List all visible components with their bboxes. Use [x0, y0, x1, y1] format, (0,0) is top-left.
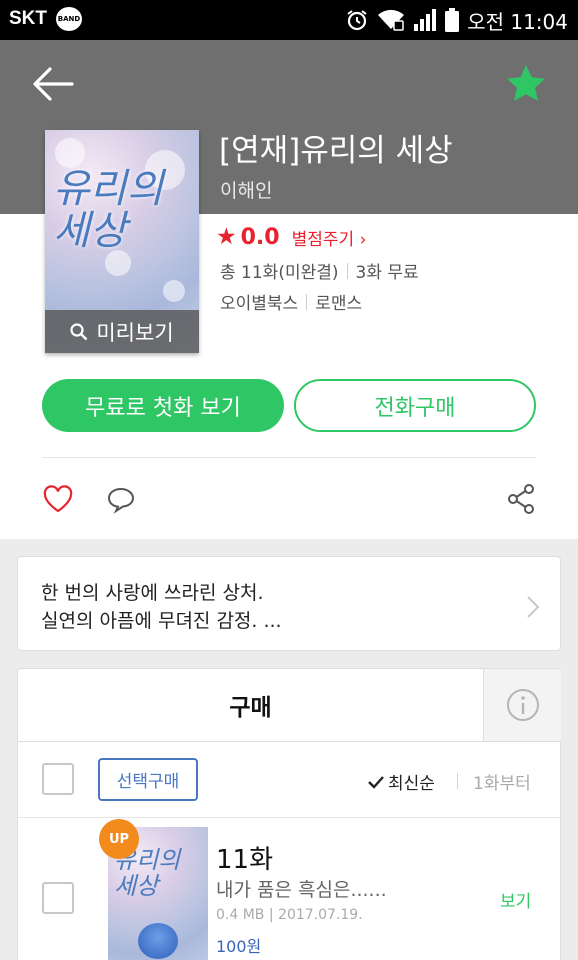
- status-icons: 오전 11:04: [345, 6, 568, 34]
- back-arrow-icon: [33, 67, 74, 101]
- episode-meta: 0.4 MB | 2017.07.19.: [216, 907, 363, 923]
- publisher-info: 오이별북스 로맨스: [220, 289, 362, 314]
- book-title: [연재]유리의 세상: [219, 133, 453, 169]
- rating-value: 0.0: [240, 224, 280, 250]
- up-badge: UP: [99, 819, 139, 859]
- divider: [346, 262, 348, 279]
- chevron-right-icon: [526, 595, 540, 625]
- genre[interactable]: 로맨스: [315, 289, 362, 314]
- info-button[interactable]: [483, 669, 561, 741]
- rating-star-icon: ★: [216, 224, 237, 250]
- favorite-button[interactable]: [502, 60, 550, 108]
- share-icon: [508, 484, 534, 514]
- star-icon: [507, 65, 545, 101]
- check-icon: [368, 775, 384, 789]
- preview-label: 미리보기: [96, 320, 174, 345]
- episode-date: 2017.07.19.: [278, 907, 363, 923]
- episode-number: 11화: [216, 845, 274, 875]
- cover-title-art: 유리의 세상: [53, 166, 164, 254]
- sort-latest-button[interactable]: 최신순: [368, 769, 435, 794]
- thumbnail-hydrangea-art: [138, 923, 178, 959]
- heart-icon: [43, 485, 73, 513]
- episode-checkbox[interactable]: [42, 882, 74, 914]
- band-app-icon: BAND: [56, 7, 82, 31]
- synopsis-card[interactable]: 한 번의 사랑에 쓰라린 상처. 실연의 아픔에 무뎌진 감정. ...: [17, 556, 561, 651]
- carrier-label: SKT: [9, 8, 47, 29]
- synopsis-line: 한 번의 사랑에 쓰라린 상처.: [41, 582, 264, 604]
- purchase-panel: 구매 선택구매 최신순 1화부터 유리의 세상 UP 11화 내가 품은 흑심은.…: [17, 668, 561, 960]
- search-icon: [70, 322, 88, 340]
- comment-icon: [107, 487, 135, 514]
- divider: [457, 773, 458, 789]
- synopsis-line: 실연의 아픔에 무뎌진 감정. ...: [41, 610, 282, 632]
- book-author[interactable]: 이해인: [220, 176, 272, 203]
- divider: [306, 293, 308, 310]
- share-button[interactable]: [506, 483, 536, 515]
- select-buy-button[interactable]: 선택구매: [98, 758, 198, 801]
- divider: [18, 817, 561, 818]
- rate-link-label: 별점주기: [291, 229, 355, 250]
- select-all-checkbox[interactable]: [42, 763, 74, 795]
- signal-icon: [414, 9, 437, 31]
- sort-latest-label: 최신순: [388, 774, 435, 794]
- book-cover[interactable]: 유리의 세상 미리보기: [45, 130, 199, 353]
- info-icon: [506, 689, 539, 721]
- read-first-free-button[interactable]: 무료로 첫화 보기: [42, 379, 284, 432]
- wifi-icon: [378, 9, 405, 31]
- episode-info: 총 11화(미완결) 3화 무료: [220, 258, 419, 283]
- episode-price: 100원: [216, 937, 262, 956]
- sort-first-button[interactable]: 1화부터: [473, 769, 531, 794]
- status-bar: SKT BAND 오전 11:04: [0, 0, 578, 40]
- divider: [18, 741, 561, 742]
- buy-all-button[interactable]: 전화구매: [294, 379, 536, 432]
- alarm-icon: [347, 10, 367, 31]
- comment-button[interactable]: [106, 484, 136, 514]
- like-button[interactable]: [42, 484, 74, 514]
- publisher[interactable]: 오이별북스: [220, 289, 298, 314]
- divider: [42, 457, 536, 458]
- episode-size: 0.4 MB: [216, 907, 265, 923]
- back-button[interactable]: [28, 62, 76, 106]
- chevron-right-icon: ›: [359, 229, 367, 250]
- synopsis-text: 한 번의 사랑에 쓰라린 상처. 실연의 아픔에 무뎌진 감정. ...: [41, 579, 282, 635]
- tab-purchase[interactable]: 구매: [18, 669, 483, 741]
- rating-row: ★ 0.0 별점주기 ›: [216, 224, 366, 250]
- cover-bokeh: [163, 280, 185, 302]
- episode-description: 내가 품은 흑심은......: [216, 879, 387, 901]
- rate-link[interactable]: 별점주기 ›: [292, 225, 367, 250]
- preview-button[interactable]: 미리보기: [45, 310, 199, 353]
- cover-bokeh: [55, 138, 85, 168]
- clock: 오전 11:04: [467, 9, 568, 34]
- battery-icon: [445, 8, 460, 32]
- episode-count: 총 11화(미완결): [220, 263, 339, 283]
- free-episodes: 3화 무료: [355, 263, 419, 283]
- episode-view-button[interactable]: 보기: [500, 887, 531, 912]
